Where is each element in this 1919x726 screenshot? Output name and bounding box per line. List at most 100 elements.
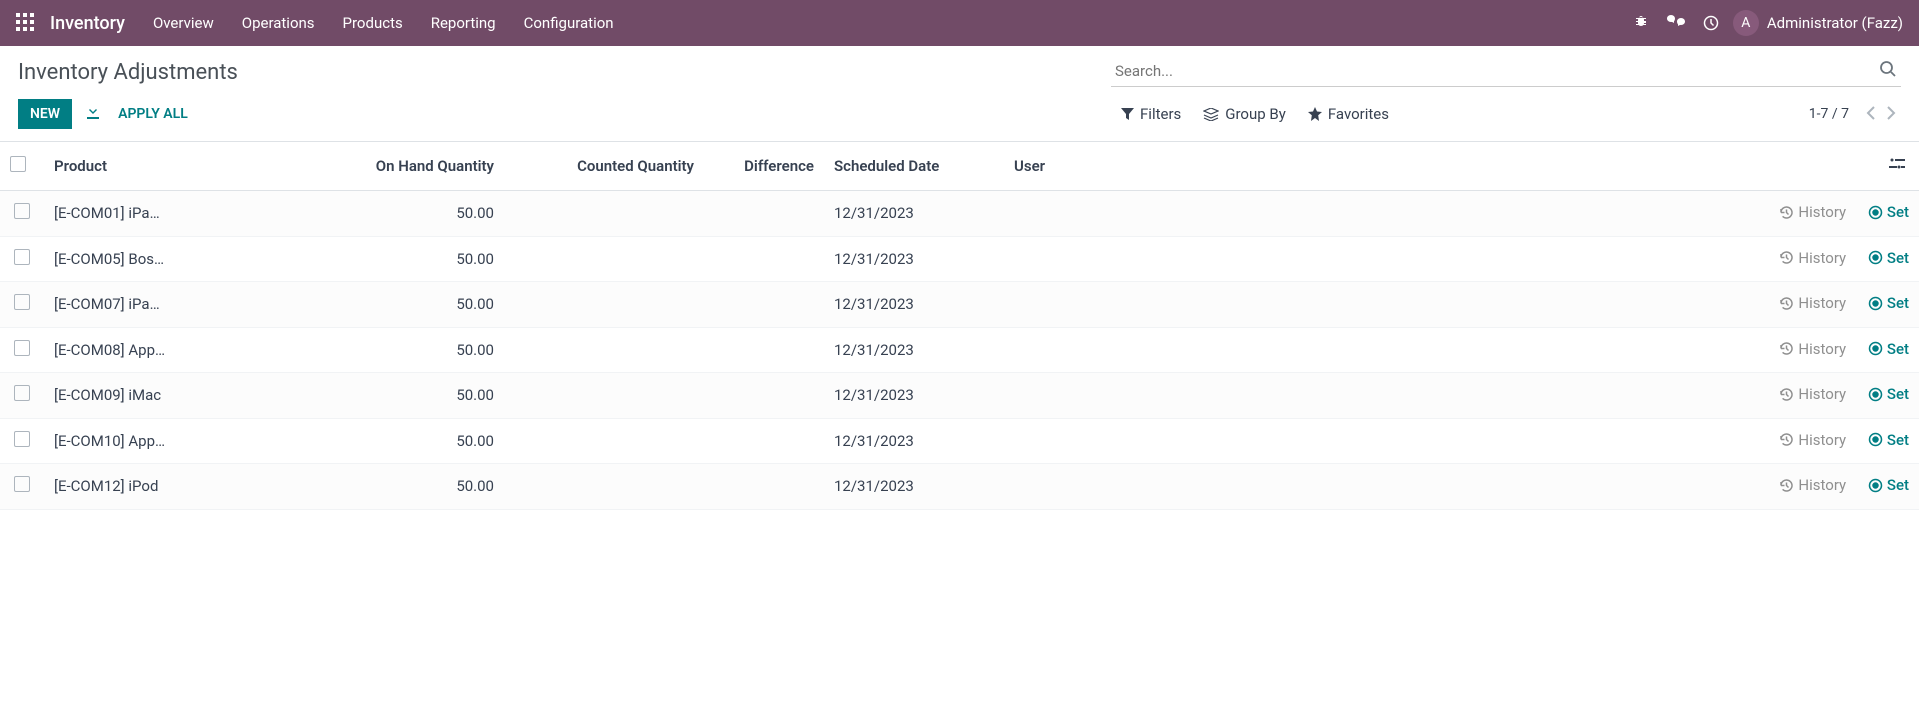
new-button[interactable]: NEW — [18, 99, 72, 129]
cell-scheduled[interactable]: 12/31/2023 — [824, 373, 1004, 419]
cell-scheduled[interactable]: 12/31/2023 — [824, 236, 1004, 282]
row-checkbox[interactable] — [14, 476, 30, 492]
history-button[interactable]: History — [1779, 431, 1846, 449]
history-button[interactable]: History — [1779, 476, 1846, 494]
cell-user[interactable] — [1004, 191, 1154, 237]
chat-icon[interactable] — [1667, 15, 1685, 31]
menu-operations[interactable]: Operations — [242, 14, 315, 32]
set-label: Set — [1887, 385, 1909, 403]
cell-user[interactable] — [1004, 464, 1154, 510]
cell-difference — [704, 236, 824, 282]
pager-prev-icon[interactable] — [1861, 105, 1881, 124]
set-button[interactable]: Set — [1868, 431, 1909, 449]
cell-difference — [704, 327, 824, 373]
cell-on-hand: 50.00 — [304, 418, 504, 464]
menu-overview[interactable]: Overview — [153, 14, 214, 32]
search-input[interactable] — [1111, 56, 1901, 87]
history-button[interactable]: History — [1779, 249, 1846, 267]
table-row[interactable]: [E-COM08] App… 50.00 12/31/2023 History … — [0, 327, 1919, 373]
menu-configuration[interactable]: Configuration — [524, 14, 614, 32]
pager-text[interactable]: 1-7 / 7 — [1809, 106, 1849, 122]
history-label: History — [1798, 340, 1846, 358]
history-button[interactable]: History — [1779, 294, 1846, 312]
set-button[interactable]: Set — [1868, 203, 1909, 221]
set-button[interactable]: Set — [1868, 294, 1909, 312]
history-label: History — [1798, 476, 1846, 494]
row-checkbox[interactable] — [14, 431, 30, 447]
app-name[interactable]: Inventory — [50, 13, 125, 34]
apps-icon[interactable] — [16, 13, 36, 33]
avatar[interactable]: A — [1733, 10, 1759, 36]
apply-all-button[interactable]: APPLY ALL — [118, 106, 188, 122]
table-row[interactable]: [E-COM01] iPa… 50.00 12/31/2023 History … — [0, 191, 1919, 237]
set-label: Set — [1887, 203, 1909, 221]
cell-user[interactable] — [1004, 327, 1154, 373]
set-button[interactable]: Set — [1868, 249, 1909, 267]
clock-icon[interactable] — [1703, 15, 1719, 31]
cell-counted[interactable] — [504, 236, 704, 282]
cell-counted[interactable] — [504, 418, 704, 464]
optional-columns-icon[interactable] — [1889, 157, 1905, 175]
cell-scheduled[interactable]: 12/31/2023 — [824, 282, 1004, 328]
table-row[interactable]: [E-COM10] App… 50.00 12/31/2023 History … — [0, 418, 1919, 464]
table-row[interactable]: [E-COM05] Bos… 50.00 12/31/2023 History … — [0, 236, 1919, 282]
cell-counted[interactable] — [504, 327, 704, 373]
favorites-button[interactable]: Favorites — [1308, 105, 1389, 123]
row-checkbox[interactable] — [14, 340, 30, 356]
cell-scheduled[interactable]: 12/31/2023 — [824, 418, 1004, 464]
menu-products[interactable]: Products — [343, 14, 403, 32]
cell-product: [E-COM01] iPa… — [54, 204, 160, 222]
cell-product: [E-COM12] iPod — [54, 477, 158, 495]
set-button[interactable]: Set — [1868, 340, 1909, 358]
history-button[interactable]: History — [1779, 340, 1846, 358]
row-checkbox[interactable] — [14, 294, 30, 310]
group-by-label: Group By — [1225, 105, 1286, 123]
cell-product: [E-COM05] Bos… — [54, 250, 164, 268]
col-counted[interactable]: Counted Quantity — [504, 142, 704, 191]
cell-product: [E-COM08] App… — [54, 341, 165, 359]
download-button[interactable] — [86, 105, 100, 123]
select-all-checkbox[interactable] — [10, 156, 26, 172]
cell-user[interactable] — [1004, 373, 1154, 419]
cell-scheduled[interactable]: 12/31/2023 — [824, 191, 1004, 237]
pager-next-icon[interactable] — [1881, 105, 1901, 124]
set-button[interactable]: Set — [1868, 385, 1909, 403]
history-label: History — [1798, 249, 1846, 267]
cell-user[interactable] — [1004, 282, 1154, 328]
cell-user[interactable] — [1004, 418, 1154, 464]
cell-on-hand: 50.00 — [304, 327, 504, 373]
cell-on-hand: 50.00 — [304, 282, 504, 328]
control-panel: Inventory Adjustments NEW APPLY ALL Filt… — [0, 46, 1919, 129]
menu-reporting[interactable]: Reporting — [431, 14, 496, 32]
table-row[interactable]: [E-COM07] iPa… 50.00 12/31/2023 History … — [0, 282, 1919, 328]
search-icon[interactable] — [1879, 60, 1897, 82]
cell-scheduled[interactable]: 12/31/2023 — [824, 327, 1004, 373]
set-button[interactable]: Set — [1868, 476, 1909, 494]
filters-button[interactable]: Filters — [1121, 105, 1181, 123]
col-scheduled[interactable]: Scheduled Date — [824, 142, 1004, 191]
cell-on-hand: 50.00 — [304, 464, 504, 510]
cell-user[interactable] — [1004, 236, 1154, 282]
row-checkbox[interactable] — [14, 203, 30, 219]
table-row[interactable]: [E-COM12] iPod 50.00 12/31/2023 History … — [0, 464, 1919, 510]
cell-on-hand: 50.00 — [304, 236, 504, 282]
row-checkbox[interactable] — [14, 249, 30, 265]
set-label: Set — [1887, 294, 1909, 312]
col-product[interactable]: Product — [44, 142, 304, 191]
col-user[interactable]: User — [1004, 142, 1154, 191]
history-button[interactable]: History — [1779, 203, 1846, 221]
history-button[interactable]: History — [1779, 385, 1846, 403]
row-checkbox[interactable] — [14, 385, 30, 401]
col-difference[interactable]: Difference — [704, 142, 824, 191]
top-navbar: Inventory Overview Operations Products R… — [0, 0, 1919, 46]
cell-scheduled[interactable]: 12/31/2023 — [824, 464, 1004, 510]
group-by-button[interactable]: Group By — [1203, 105, 1286, 123]
table-row[interactable]: [E-COM09] iMac 50.00 12/31/2023 History … — [0, 373, 1919, 419]
bug-icon[interactable] — [1633, 15, 1649, 31]
cell-counted[interactable] — [504, 464, 704, 510]
cell-counted[interactable] — [504, 373, 704, 419]
cell-counted[interactable] — [504, 282, 704, 328]
cell-counted[interactable] — [504, 191, 704, 237]
col-on-hand[interactable]: On Hand Quantity — [304, 142, 504, 191]
username[interactable]: Administrator (Fazz) — [1767, 14, 1903, 32]
